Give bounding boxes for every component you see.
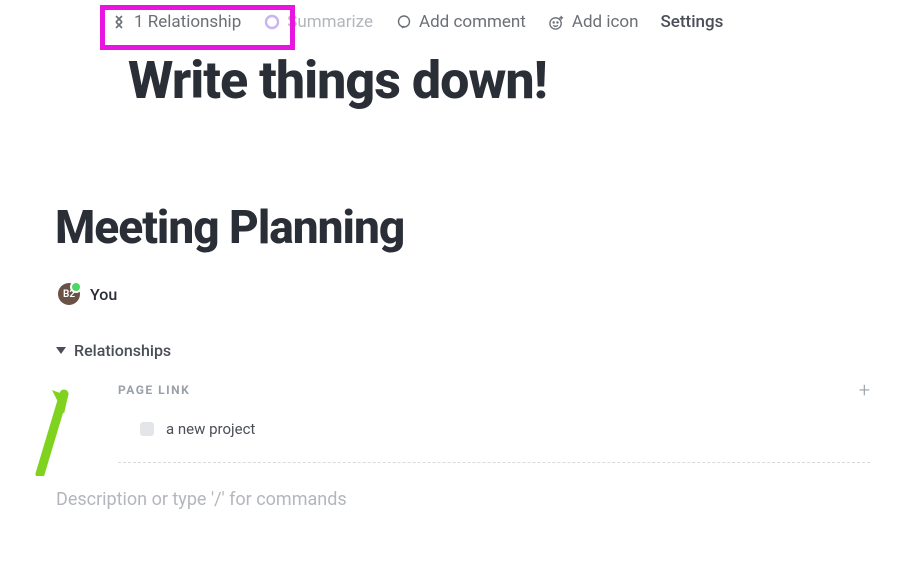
page-icon: [140, 422, 154, 436]
relationship-item[interactable]: a new project: [118, 420, 870, 438]
add-comment-button[interactable]: Add comment: [395, 12, 526, 32]
relationships-divider: [118, 462, 870, 463]
add-comment-label: Add comment: [419, 12, 526, 32]
comment-icon: [395, 14, 412, 31]
caret-down-icon: [56, 347, 66, 354]
hero-heading: Write things down!: [128, 50, 910, 111]
byline-name: You: [90, 285, 117, 304]
relationship-icon: [110, 14, 127, 31]
relationship-pill[interactable]: 1 Relationship: [110, 12, 241, 32]
byline: B2 You: [58, 283, 910, 305]
page-link-group-label: PAGE LINK: [118, 383, 190, 397]
relationships-section-toggle[interactable]: Relationships: [56, 341, 910, 360]
relationship-label: 1 Relationship: [134, 12, 241, 32]
relationships-section-label: Relationships: [74, 341, 171, 360]
settings-button[interactable]: Settings: [660, 12, 723, 32]
emoji-plus-icon: [548, 14, 565, 31]
add-relationship-button[interactable]: +: [859, 378, 870, 402]
page-toolbar: 1 Relationship Summarize Add comment Add…: [110, 0, 910, 32]
summarize-label: Summarize: [287, 12, 373, 32]
add-icon-label: Add icon: [572, 12, 639, 32]
relationship-item-title: a new project: [166, 420, 255, 438]
summarize-icon: [263, 14, 280, 31]
summarize-button[interactable]: Summarize: [263, 12, 373, 32]
add-icon-button[interactable]: Add icon: [548, 12, 639, 32]
settings-label: Settings: [660, 12, 723, 32]
avatar[interactable]: B2: [58, 283, 80, 305]
annotation-arrow: [28, 386, 78, 476]
relationships-block: PAGE LINK + a new project: [118, 378, 910, 463]
description-input[interactable]: Description or type '/' for commands: [56, 489, 910, 510]
page-title[interactable]: Meeting Planning: [55, 201, 910, 255]
